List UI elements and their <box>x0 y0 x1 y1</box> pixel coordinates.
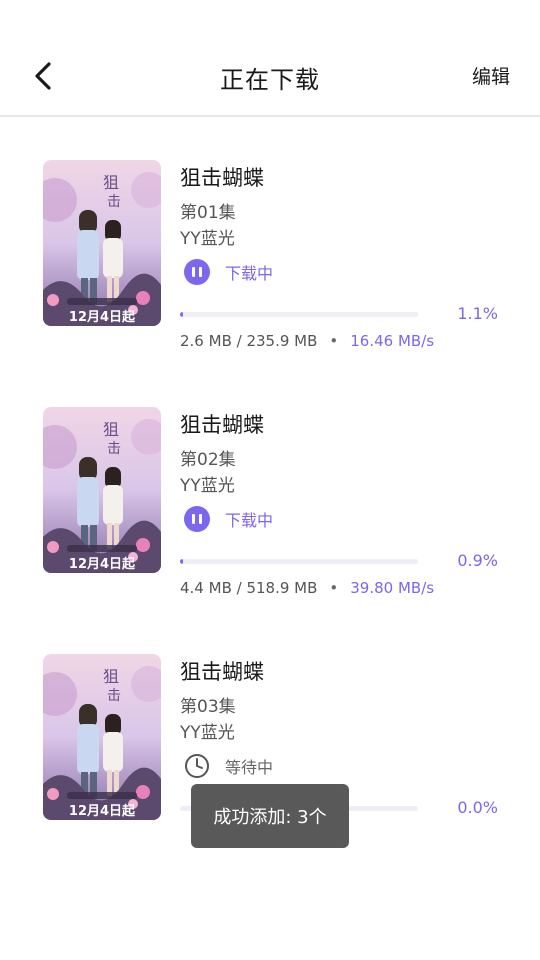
svg-text:狙: 狙 <box>103 667 119 686</box>
speed-text: 39.80 MB/s <box>350 579 435 597</box>
toast-message: 成功添加: 3个 <box>191 784 349 848</box>
status-label: 下载中 <box>225 264 274 283</box>
quality-label: YY蓝光 <box>180 723 235 743</box>
speed-text: 16.46 MB/s <box>350 332 435 350</box>
svg-text:击: 击 <box>107 688 121 704</box>
download-item[interactable]: 狙 击 12月4日起 狙击蝴蝶 第01集 YY蓝光 下载中 1.1% 2.6 M… <box>0 160 540 380</box>
progress-bar <box>180 559 418 564</box>
poster-date: 12月4日起 <box>69 309 136 325</box>
svg-text:狙: 狙 <box>103 173 119 192</box>
poster-date: 12月4日起 <box>69 556 136 572</box>
episode-label: 第01集 <box>180 203 236 223</box>
status-toggle[interactable]: 等待中 <box>184 752 273 780</box>
size-text: 4.4 MB / 518.9 MB <box>180 579 318 597</box>
svg-text:击: 击 <box>107 194 121 210</box>
quality-label: YY蓝光 <box>180 229 235 249</box>
series-title: 狙击蝴蝶 <box>180 166 264 190</box>
progress-percent: 1.1% <box>457 304 498 323</box>
progress-bar <box>180 312 418 317</box>
status-label: 下载中 <box>225 511 274 530</box>
series-title: 狙击蝴蝶 <box>180 660 264 684</box>
download-stats: 2.6 MB / 235.9 MB • 16.46 MB/s <box>180 332 434 350</box>
download-stats: 4.4 MB / 518.9 MB • 39.80 MB/s <box>180 579 434 597</box>
svg-text:击: 击 <box>107 441 121 457</box>
download-item[interactable]: 狙 击 12月4日起 狙击蝴蝶 第02集 YY蓝光 下载中 0.9% 4.4 M… <box>0 407 540 627</box>
pause-icon[interactable] <box>184 506 210 532</box>
progress-percent: 0.9% <box>457 551 498 570</box>
status-toggle[interactable]: 下载中 <box>184 505 273 533</box>
separator-dot: • <box>329 579 339 597</box>
quality-label: YY蓝光 <box>180 476 235 496</box>
progress-fill <box>180 312 183 317</box>
episode-label: 第02集 <box>180 450 236 470</box>
status-label: 等待中 <box>225 758 274 777</box>
page-title: 正在下载 <box>220 66 320 94</box>
poster-image: 狙 击 12月4日起 <box>43 407 161 573</box>
poster-image: 狙 击 12月4日起 <box>43 160 161 326</box>
size-text: 2.6 MB / 235.9 MB <box>180 332 318 350</box>
svg-text:狙: 狙 <box>103 420 119 439</box>
pause-icon[interactable] <box>184 259 210 285</box>
header-bar: 正在下载 编辑 <box>0 0 540 117</box>
clock-icon[interactable] <box>184 753 210 779</box>
separator-dot: • <box>329 332 339 350</box>
series-title: 狙击蝴蝶 <box>180 413 264 437</box>
progress-fill <box>180 559 183 564</box>
edit-button[interactable]: 编辑 <box>472 62 510 89</box>
poster-image: 狙 击 12月4日起 <box>43 654 161 820</box>
progress-percent: 0.0% <box>457 798 498 817</box>
poster-date: 12月4日起 <box>69 803 136 819</box>
episode-label: 第03集 <box>180 697 236 717</box>
status-toggle[interactable]: 下载中 <box>184 258 273 286</box>
